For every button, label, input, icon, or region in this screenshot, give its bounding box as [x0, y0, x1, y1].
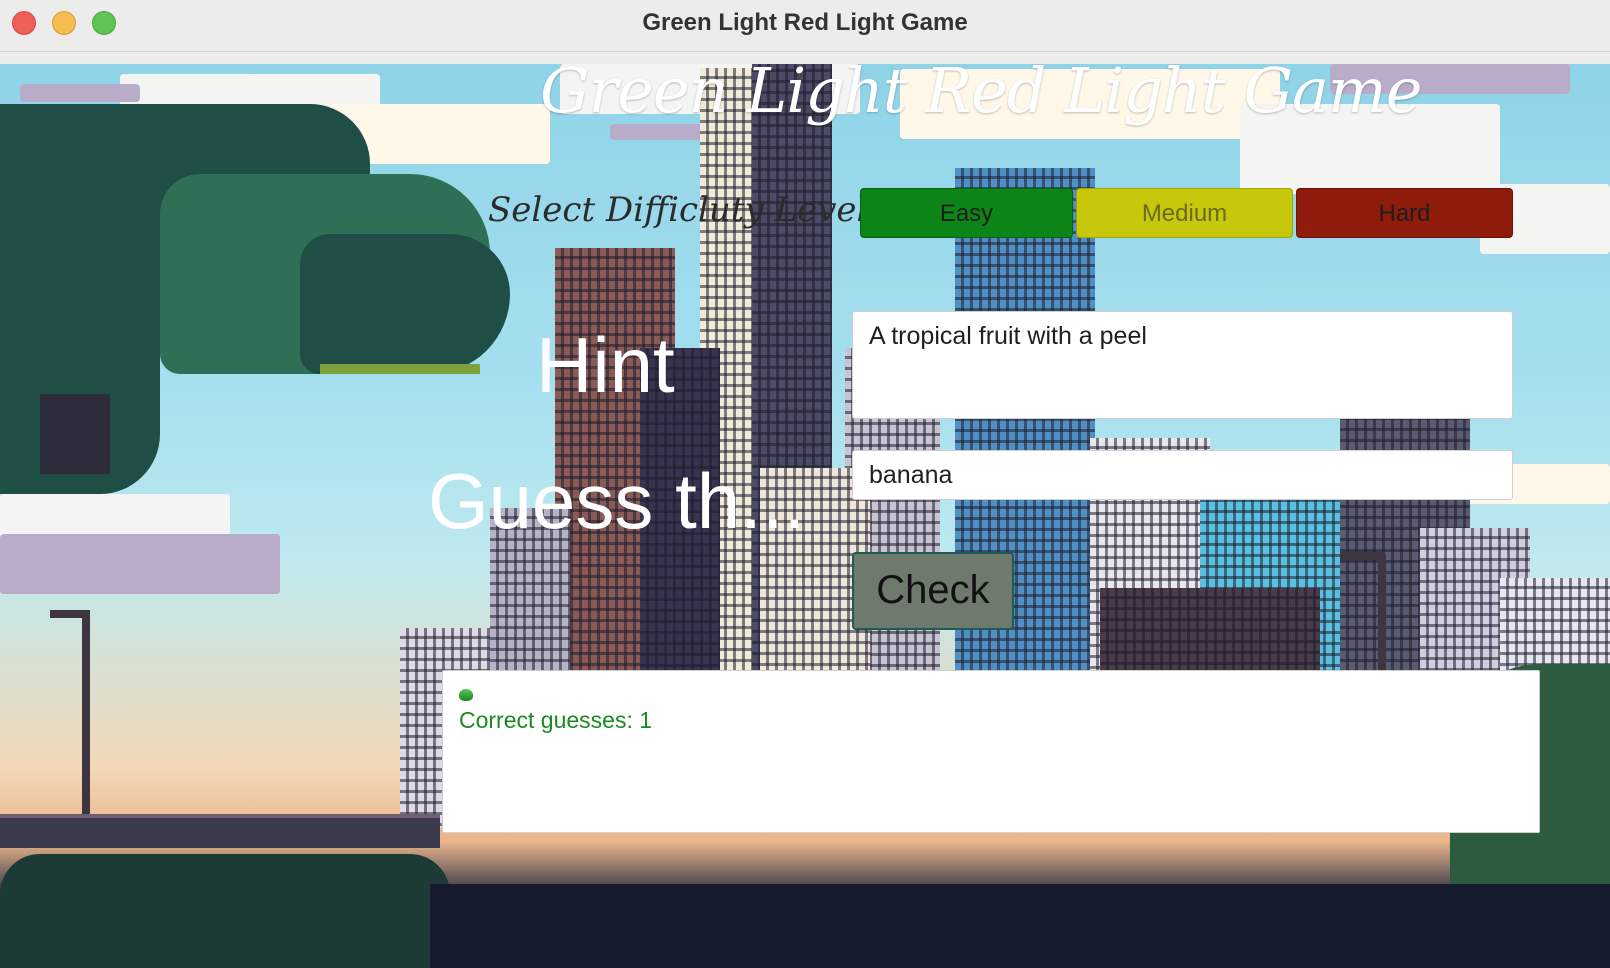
medium-button[interactable]: Medium [1076, 188, 1293, 238]
check-button[interactable]: Check [852, 552, 1014, 630]
window-titlebar: Green Light Red Light Game [0, 0, 1610, 52]
correct-guesses-text: Correct guesses: 1 [459, 707, 653, 733]
tree-highlight [320, 364, 480, 374]
hint-text-area[interactable]: A tropical fruit with a peel [852, 311, 1513, 419]
green-light-icon [459, 689, 473, 701]
hard-button[interactable]: Hard [1296, 188, 1513, 238]
guess-label: Guess th... [428, 457, 806, 545]
street-lamp [82, 614, 90, 814]
foliage [430, 884, 1610, 968]
cloud [0, 534, 280, 594]
window-title: Green Light Red Light Game [642, 9, 968, 36]
result-area: Correct guesses: 1 [442, 670, 1540, 833]
street-lamp-arm [50, 610, 90, 618]
hint-label: Hint [536, 321, 675, 409]
tree-trunk [40, 394, 110, 474]
difficulty-label: Select Difficluty Level [488, 190, 868, 230]
game-heading: Green Light Red Light Game [540, 54, 1422, 127]
overpass [0, 814, 440, 848]
foliage [0, 854, 450, 968]
easy-button[interactable]: Easy [860, 188, 1073, 238]
street-lamp-arm [1340, 552, 1384, 560]
guess-input[interactable] [852, 450, 1513, 500]
tree-canopy [300, 234, 510, 374]
cloud [20, 84, 140, 102]
